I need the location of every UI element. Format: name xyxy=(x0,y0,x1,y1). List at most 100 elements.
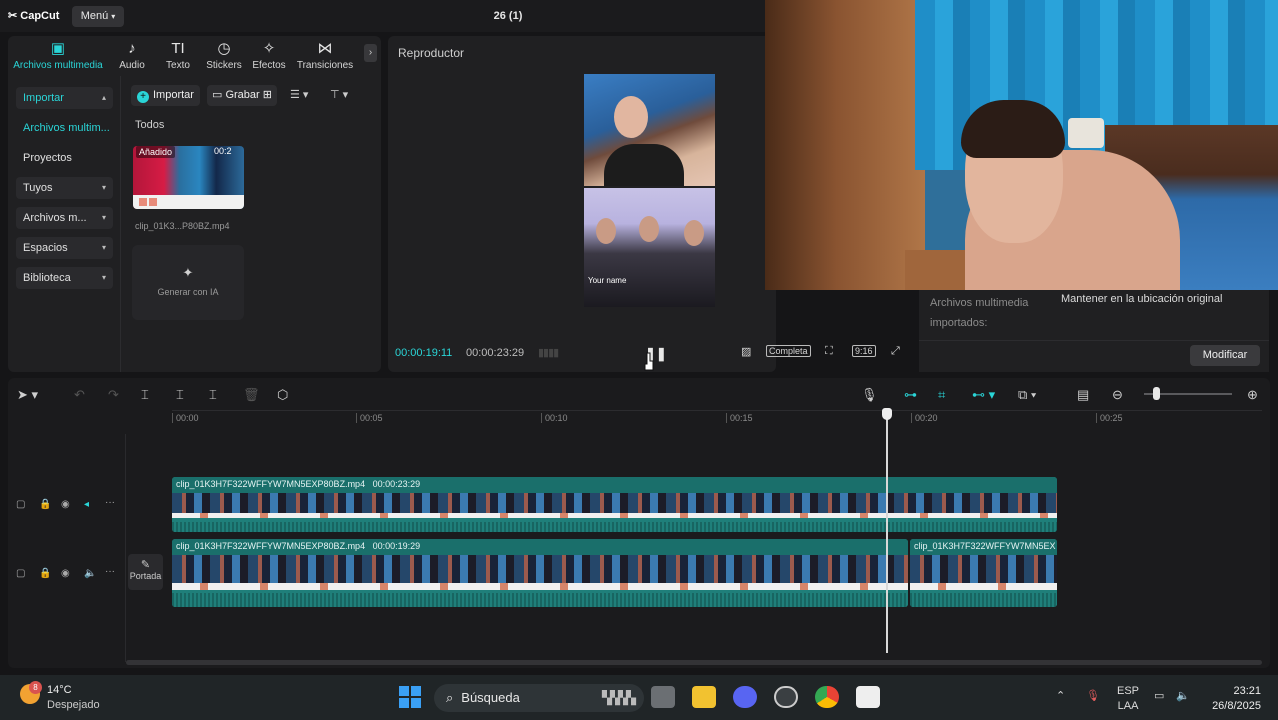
waveform-icon[interactable]: ▮▮▮▮ xyxy=(538,346,559,359)
cover-button[interactable]: ✎ Portada xyxy=(128,554,163,590)
chevron-up-icon: ▴ xyxy=(101,93,106,102)
zoom-fit-icon[interactable]: ⛶ xyxy=(825,345,833,358)
track-toggle-icon[interactable]: ▢ xyxy=(16,568,25,579)
more-options-icon[interactable]: ··· xyxy=(105,497,115,508)
language-indicator[interactable]: ESP LAA xyxy=(1117,684,1139,714)
thumbnail-mark xyxy=(139,198,147,206)
magnet-link-icon[interactable]: ⊶ xyxy=(904,387,917,403)
clip-name: clip_01K3H7F322WFFYW7MN5EXP80BZ.mp4 00:0… xyxy=(176,479,420,489)
ruler-tick: 00:00 xyxy=(172,413,199,423)
capcut-taskbar-icon[interactable] xyxy=(856,686,880,708)
sidebar-item-secondary-projects[interactable]: Proyectos secun... xyxy=(16,147,113,186)
select-tool-icon[interactable]: ➤ ▾ xyxy=(17,387,38,403)
zoom-out-icon[interactable]: ⊖ xyxy=(1112,387,1123,403)
import-button[interactable]: + Importar xyxy=(131,85,200,106)
taskbar-search[interactable]: ⌕ Búsqueda ▚▚▚▚ xyxy=(434,684,644,712)
preview-axis-icon[interactable]: ⧉ ▾ xyxy=(1018,387,1036,403)
modify-button[interactable]: Modificar xyxy=(1190,345,1260,366)
sidebar-item-label: Biblioteca xyxy=(23,272,71,284)
search-label: Búsqueda xyxy=(461,690,520,705)
chrome-icon[interactable] xyxy=(815,686,839,708)
record-button[interactable]: ▭ Grabar ⊞ xyxy=(207,85,277,106)
zoom-slider-handle[interactable] xyxy=(1153,387,1160,400)
tray-overflow-icon[interactable]: ⌃ xyxy=(1056,689,1065,702)
network-icon[interactable]: ▭ xyxy=(1154,689,1164,702)
sidebar-item-media-files[interactable]: Archivos multim... xyxy=(16,117,113,139)
speaker-icon[interactable]: 🔈 xyxy=(84,568,96,579)
sidebar-item-label: Espacios xyxy=(23,242,68,254)
clip-duration: 00:00:19:29 xyxy=(372,541,421,551)
task-view-icon[interactable] xyxy=(651,686,675,708)
zoom-in-icon[interactable]: ⊕ xyxy=(1247,387,1258,403)
timeline-clip[interactable]: clip_01K3H7F322WFFYW7MN5EX xyxy=(910,539,1057,607)
audio-mute-icon[interactable]: ◂ xyxy=(84,499,89,510)
tabs-more-button[interactable]: › xyxy=(364,44,377,62)
weather-description[interactable]: Despejado xyxy=(47,699,100,711)
microphone-icon[interactable]: 🎙 xyxy=(861,387,878,403)
total-time: 00:00:23:29 xyxy=(466,347,525,359)
lock-icon[interactable]: 🔒 xyxy=(39,499,51,510)
audio-edit-icon[interactable]: ▨ xyxy=(741,345,751,358)
import-info-label: Archivos multimedia importados: xyxy=(930,297,1029,329)
sort-icon[interactable]: ☰ ▾ xyxy=(290,88,308,101)
file-explorer-icon[interactable] xyxy=(692,686,716,708)
timeline-clip[interactable]: clip_01K3H7F322WFFYW7MN5EXP80BZ.mp4 00:0… xyxy=(172,477,1057,532)
sidebar-item-yours[interactable]: Tuyos ▾ xyxy=(16,177,113,199)
sidebar-item-import[interactable]: Importar ▴ xyxy=(16,87,113,109)
weather-temperature[interactable]: 14°C xyxy=(47,684,72,696)
sidebar-item-media-archives[interactable]: Archivos m... ▾ xyxy=(16,207,113,229)
complete-button[interactable]: Completa xyxy=(766,345,811,357)
tray-microphone-icon[interactable]: 🎙 xyxy=(1086,689,1100,702)
playhead-handle[interactable] xyxy=(882,408,892,420)
volume-icon[interactable]: 🔈 xyxy=(1176,689,1190,702)
clock-time: 23:21 xyxy=(1233,685,1261,697)
track-toggle-icon[interactable]: ▢ xyxy=(16,499,25,510)
timeline-scrollbar[interactable] xyxy=(126,660,1262,665)
preview-face xyxy=(639,216,659,242)
eye-icon[interactable]: ◉ xyxy=(61,499,70,510)
clock-date: 26/8/2025 xyxy=(1212,700,1261,712)
tab-label: Efectos xyxy=(252,60,286,71)
delete-icon[interactable]: 🗑 xyxy=(243,387,260,403)
tab-effects[interactable]: ✧ Efectos xyxy=(251,40,287,71)
webcam-overlay xyxy=(765,0,1278,290)
link-icon[interactable]: ⊷ ▾ xyxy=(972,387,995,403)
obs-icon[interactable] xyxy=(774,686,798,708)
shield-icon[interactable]: ⬡ xyxy=(277,387,288,403)
clip-waveform xyxy=(172,593,908,607)
keyboard-layout: LAA xyxy=(1117,700,1139,712)
trim-right-icon[interactable]: ⌶ xyxy=(209,387,217,403)
fullscreen-icon[interactable]: ⤢ xyxy=(891,345,900,358)
lock-icon[interactable]: 🔒 xyxy=(39,568,51,579)
tab-text[interactable]: TI Texto xyxy=(162,40,194,71)
sidebar-item-library[interactable]: Biblioteca ▾ xyxy=(16,267,113,289)
generate-ai-button[interactable]: ✦ Generar con IA xyxy=(132,245,244,320)
more-options-icon[interactable]: ··· xyxy=(105,566,115,577)
aspect-ratio-button[interactable]: 9:16 xyxy=(852,345,876,357)
search-icon: ⌕ xyxy=(446,690,454,705)
chevron-right-icon: › xyxy=(368,47,373,58)
playhead[interactable] xyxy=(886,418,888,653)
tab-audio[interactable]: ♪ Audio xyxy=(116,40,148,71)
timeline-clip[interactable]: clip_01K3H7F322WFFYW7MN5EXP80BZ.mp4 00:0… xyxy=(172,539,908,607)
sidebar-item-spaces[interactable]: Espacios ▾ xyxy=(16,237,113,259)
eye-icon[interactable]: ◉ xyxy=(61,568,70,579)
monitor-icon[interactable]: ▤ xyxy=(1077,387,1089,403)
tab-stickers[interactable]: ◷ Stickers xyxy=(204,40,244,71)
snap-icon[interactable]: ⌗ xyxy=(938,387,945,403)
undo-icon[interactable]: ↶ xyxy=(74,387,85,403)
camera-icon: ▭ xyxy=(212,89,226,101)
windows-start-icon[interactable] xyxy=(399,686,421,708)
tab-transitions[interactable]: ⋈ Transiciones xyxy=(296,40,354,71)
thumbnail-mark xyxy=(149,198,157,206)
discord-icon[interactable] xyxy=(733,686,757,708)
redo-icon[interactable]: ↷ xyxy=(108,387,119,403)
filter-icon[interactable]: ⊤ ▾ xyxy=(330,88,348,101)
split-icon[interactable]: ⌶ xyxy=(141,387,149,403)
clip-name: clip_01K3H7F322WFFYW7MN5EXP80BZ.mp4 00:0… xyxy=(176,541,420,551)
tab-media[interactable]: ▣ Archivos multimedia xyxy=(12,40,104,71)
tab-label: Audio xyxy=(119,60,145,71)
system-clock[interactable]: 23:21 26/8/2025 xyxy=(1205,684,1261,714)
trim-left-icon[interactable]: ⌶ xyxy=(176,387,184,403)
menu-button[interactable]: Menú ▾ xyxy=(72,6,124,27)
